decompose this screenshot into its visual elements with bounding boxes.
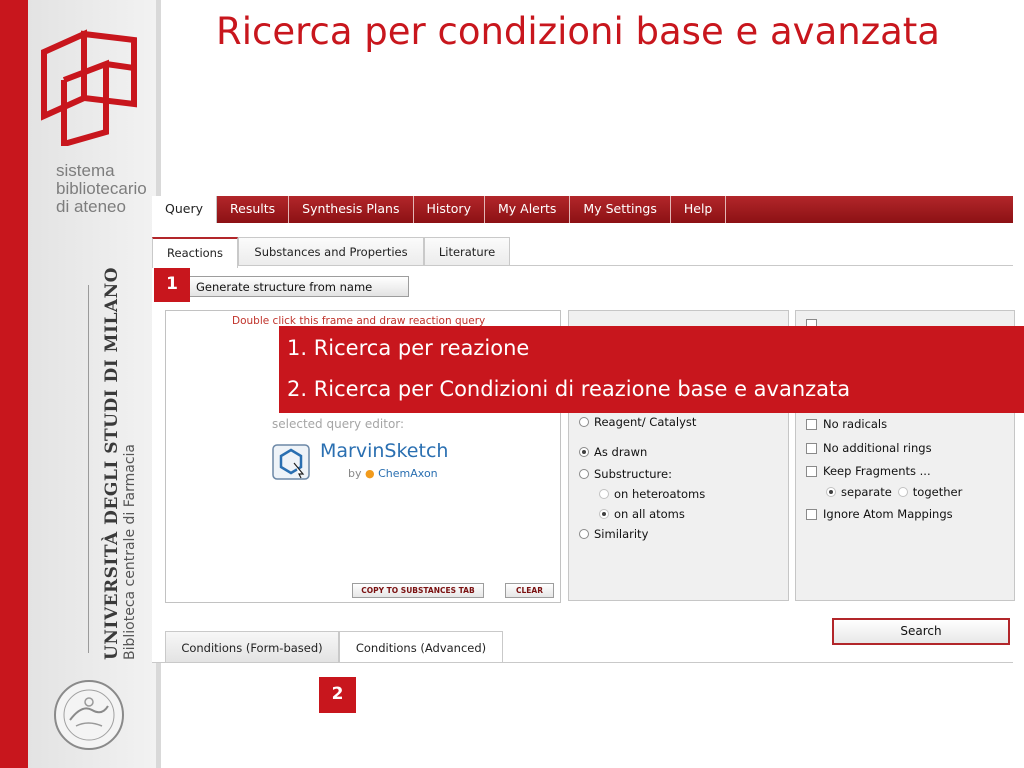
option-reagent-catalyst[interactable]: Reagent/ Catalyst bbox=[579, 415, 696, 429]
label-ignore-atom-mappings: Ignore Atom Mappings bbox=[823, 507, 953, 521]
checkbox-no-additional-rings[interactable] bbox=[806, 442, 817, 454]
generate-structure-button[interactable]: Generate structure from name bbox=[185, 276, 409, 297]
query-editor-label: selected query editor: bbox=[272, 417, 405, 431]
callout-item-1: 1. Ricerca per reazione bbox=[287, 336, 530, 360]
brand-line-2: bibliotecario bbox=[56, 179, 147, 198]
label-no-radicals: No radicals bbox=[823, 417, 888, 431]
label-together: together bbox=[912, 485, 963, 499]
checkbox-ignore-atom-mappings[interactable] bbox=[806, 508, 817, 520]
radio-substructure[interactable] bbox=[579, 469, 589, 479]
nav-tab-my-settings[interactable]: My Settings bbox=[570, 196, 671, 223]
university-name: UNIVERSITÀ DEGLI STUDI DI MILANO bbox=[102, 267, 122, 660]
tab-conditions-form-based[interactable]: Conditions (Form-based) bbox=[165, 631, 339, 662]
checkbox-keep-fragments[interactable] bbox=[806, 465, 817, 477]
sistema-bibliotecario-logo-icon bbox=[41, 29, 137, 146]
chemaxon-credit: by ● ChemAxon bbox=[348, 467, 438, 480]
tab-literature[interactable]: Literature bbox=[424, 237, 510, 265]
brand-red-strip bbox=[0, 0, 28, 768]
radio-on-all-atoms[interactable] bbox=[599, 509, 609, 519]
nav-tab-synthesis-plans[interactable]: Synthesis Plans bbox=[289, 196, 414, 223]
option-on-heteroatoms[interactable]: on heteroatoms bbox=[599, 487, 705, 501]
label-no-additional-rings: No additional rings bbox=[823, 441, 932, 455]
option-no-additional-rings[interactable]: No additional rings bbox=[806, 441, 932, 455]
callout-badge-1: 1 bbox=[154, 268, 190, 302]
nav-tab-results[interactable]: Results bbox=[217, 196, 290, 223]
callout-item-2: 2. Ricerca per Condizioni di reazione ba… bbox=[287, 377, 851, 401]
radio-similarity[interactable] bbox=[579, 529, 589, 539]
option-as-drawn[interactable]: As drawn bbox=[579, 445, 647, 459]
conditions-tabs: Conditions (Form-based) Conditions (Adva… bbox=[152, 631, 1013, 663]
brand-line-3: di ateneo bbox=[56, 197, 126, 216]
label-reagent-catalyst: Reagent/ Catalyst bbox=[594, 415, 697, 429]
label-separate: separate bbox=[841, 485, 892, 499]
option-substructure[interactable]: Substructure: bbox=[579, 467, 672, 481]
tab-conditions-advanced[interactable]: Conditions (Advanced) bbox=[339, 631, 503, 662]
reaxys-query-app: Query Results Synthesis Plans History My… bbox=[152, 196, 1015, 663]
copy-to-substances-button[interactable]: COPY TO SUBSTANCES TAB bbox=[352, 583, 484, 598]
radio-reagent-catalyst[interactable] bbox=[579, 417, 589, 427]
callout-banner: 1. Ricerca per reazione 2. Ricerca per C… bbox=[279, 326, 1024, 413]
brand-line-1: sistema bbox=[56, 161, 115, 180]
university-vertical-text: UNIVERSITÀ DEGLI STUDI DI MILANO Bibliot… bbox=[102, 267, 138, 660]
checkbox-no-radicals[interactable] bbox=[806, 418, 817, 430]
label-as-drawn: As drawn bbox=[594, 445, 648, 459]
label-keep-fragments: Keep Fragments ... bbox=[823, 464, 931, 478]
radio-together[interactable] bbox=[897, 487, 908, 497]
option-fragments-mode: separate together bbox=[826, 485, 962, 499]
radio-separate[interactable] bbox=[826, 487, 836, 497]
nav-tab-history[interactable]: History bbox=[414, 196, 485, 223]
option-no-radicals[interactable]: No radicals bbox=[806, 417, 887, 431]
nav-tab-help[interactable]: Help bbox=[671, 196, 727, 223]
main-nav-bar: Query Results Synthesis Plans History My… bbox=[152, 196, 1013, 223]
tab-reactions[interactable]: Reactions bbox=[152, 237, 238, 268]
option-similarity[interactable]: Similarity bbox=[579, 527, 648, 541]
label-substructure: Substructure: bbox=[594, 467, 672, 481]
label-on-all-atoms: on all atoms bbox=[614, 507, 685, 521]
chemaxon-flame-icon: ● bbox=[365, 467, 375, 480]
brand-divider bbox=[88, 285, 89, 653]
option-on-all-atoms[interactable]: on all atoms bbox=[599, 507, 685, 521]
label-on-heteroatoms: on heteroatoms bbox=[614, 487, 706, 501]
sistema-bibliotecario-text: sistema bibliotecario di ateneo bbox=[56, 162, 156, 216]
library-name: Biblioteca centrale di Farmacia bbox=[122, 444, 138, 660]
tab-substances-properties[interactable]: Substances and Properties bbox=[238, 237, 424, 265]
chemaxon-by: by bbox=[348, 467, 362, 480]
nav-tab-my-alerts[interactable]: My Alerts bbox=[485, 196, 571, 223]
label-similarity: Similarity bbox=[594, 527, 649, 541]
marvinsketch-label: MarvinSketch bbox=[320, 440, 449, 462]
radio-as-drawn[interactable] bbox=[579, 447, 589, 457]
callout-badge-2: 2 bbox=[319, 677, 356, 713]
marvinsketch-icon bbox=[272, 444, 310, 480]
radio-on-heteroatoms[interactable] bbox=[599, 489, 609, 499]
slide-title: Ricerca per condizioni base e avanzata bbox=[216, 10, 940, 53]
university-seal-icon bbox=[54, 680, 124, 750]
option-keep-fragments[interactable]: Keep Fragments ... bbox=[806, 464, 931, 478]
chemaxon-label: ChemAxon bbox=[378, 467, 438, 480]
query-type-tabs: Reactions Substances and Properties Lite… bbox=[152, 237, 1013, 268]
nav-tab-query[interactable]: Query bbox=[152, 196, 217, 223]
clear-button[interactable]: CLEAR bbox=[505, 583, 554, 598]
option-ignore-atom-mappings[interactable]: Ignore Atom Mappings bbox=[806, 507, 953, 521]
